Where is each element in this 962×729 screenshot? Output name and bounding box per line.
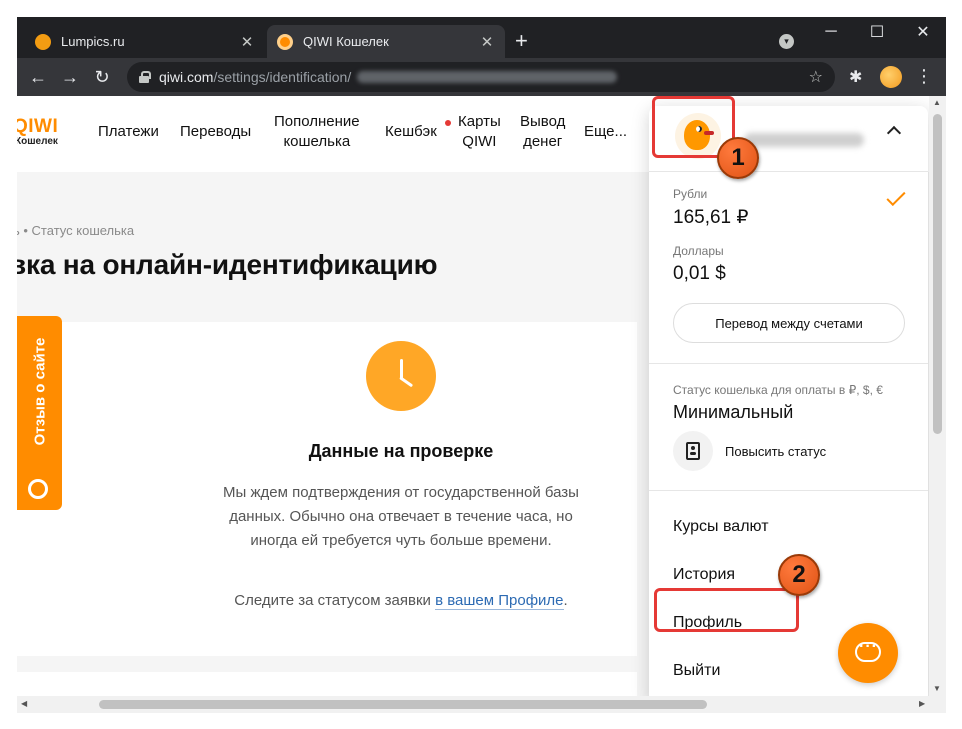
highlight-box-profile bbox=[654, 588, 799, 632]
bookmark-star-icon[interactable]: ☆ bbox=[809, 67, 823, 87]
chat-button[interactable] bbox=[838, 623, 898, 683]
divider bbox=[649, 171, 928, 172]
horizontal-scrollbar[interactable]: ◀ ▶ bbox=[17, 696, 946, 713]
scroll-down-icon[interactable]: ▼ bbox=[933, 684, 941, 693]
card-footer-text: Следите за статусом заявки bbox=[234, 592, 436, 609]
step-badge-1: 1 bbox=[717, 137, 759, 179]
raise-status-button[interactable]: Повысить статус bbox=[673, 431, 905, 471]
close-window-button[interactable]: ✕ bbox=[900, 17, 946, 47]
divider bbox=[649, 363, 928, 364]
url-path: /settings/identification/ bbox=[213, 69, 352, 85]
url-blurred-segment bbox=[357, 71, 618, 83]
tab-qiwi[interactable]: QIWI Кошелек ✕ bbox=[267, 25, 505, 58]
feedback-label: Отзыв о сайте bbox=[31, 337, 48, 445]
tab-strip: Lumpics.ru ✕ QIWI Кошелек ✕ + ▾ ─ ☐ ✕ bbox=[17, 17, 946, 58]
divider bbox=[649, 490, 928, 491]
tab-lumpics[interactable]: Lumpics.ru ✕ bbox=[25, 25, 265, 58]
card-text: Мы ждем подтверждения от государственной… bbox=[223, 484, 579, 549]
minimize-button[interactable]: ─ bbox=[808, 17, 854, 47]
nav-cards-line2: QIWI bbox=[462, 133, 497, 150]
extensions-icon[interactable]: ✱ bbox=[849, 67, 862, 87]
breadcrumb[interactable]: ь • Статус кошелька bbox=[17, 223, 134, 238]
nav-topup-line2: кошелька bbox=[283, 133, 351, 150]
qiwi-logo[interactable]: QIWI bbox=[17, 116, 58, 138]
tab-search-icon[interactable]: ▾ bbox=[779, 34, 794, 49]
vertical-scroll-thumb[interactable] bbox=[933, 114, 942, 434]
menu-item-history[interactable]: История bbox=[673, 566, 735, 584]
vertical-scrollbar[interactable]: ▲ ▼ bbox=[929, 96, 946, 696]
id-card-icon-wrap bbox=[673, 431, 713, 471]
page-viewport: QIWI Кошелек Платежи Переводы Пополнение… bbox=[17, 96, 946, 713]
nav-cashback[interactable]: Кешбэк bbox=[385, 122, 437, 142]
card-title: Данные на проверке bbox=[308, 441, 494, 461]
profile-link[interactable]: в вашем Профиле bbox=[435, 592, 564, 610]
step-badge-2: 2 bbox=[778, 554, 820, 596]
check-icon bbox=[886, 186, 906, 207]
tab-close-icon[interactable]: ✕ bbox=[239, 33, 255, 51]
nav-transfers[interactable]: Переводы bbox=[180, 122, 251, 142]
nav-cards[interactable]: Карты QIWI bbox=[458, 112, 501, 152]
clock-hand-minute bbox=[399, 376, 414, 388]
reload-icon[interactable]: ↻ bbox=[91, 66, 113, 88]
wallet-status-value: Минимальный bbox=[673, 402, 794, 422]
notification-dot bbox=[445, 120, 451, 126]
nav-cards-line1: Карты bbox=[458, 113, 501, 130]
scroll-right-icon[interactable]: ▶ bbox=[919, 699, 925, 708]
scroll-left-icon[interactable]: ◀ bbox=[21, 699, 27, 708]
menu-item-rates[interactable]: Курсы валют bbox=[673, 518, 769, 536]
transfer-between-accounts-button[interactable]: Перевод между счетами bbox=[673, 303, 905, 343]
tab-title: QIWI Кошелек bbox=[303, 34, 389, 49]
back-icon[interactable]: ← bbox=[27, 66, 49, 88]
tab-title: Lumpics.ru bbox=[61, 34, 125, 49]
chat-bubble-icon bbox=[855, 638, 881, 662]
window-controls: ─ ☐ ✕ bbox=[808, 17, 946, 47]
browser-menu-icon[interactable]: ⋮ bbox=[915, 66, 933, 87]
card-footer-end: . bbox=[563, 592, 568, 609]
browser-window: Lumpics.ru ✕ QIWI Кошелек ✕ + ▾ ─ ☐ ✕ ← … bbox=[17, 17, 946, 713]
scroll-up-icon[interactable]: ▲ bbox=[933, 98, 941, 107]
feedback-label-wrap: Отзыв о сайте bbox=[17, 316, 62, 466]
raise-status-label: Повысить статус bbox=[725, 443, 827, 459]
rub-label: Рубли bbox=[673, 187, 708, 201]
wallet-status-note: Статус кошелька для оплаты в ₽, $, € bbox=[673, 383, 883, 397]
tab-close-icon[interactable]: ✕ bbox=[479, 33, 495, 51]
rub-balance[interactable]: 165,61 ₽ bbox=[673, 206, 748, 229]
lock-icon[interactable] bbox=[139, 71, 151, 83]
username-blurred bbox=[744, 133, 864, 147]
nav-withdraw[interactable]: Вывод денег bbox=[520, 112, 565, 152]
url-host: qiwi.com bbox=[159, 69, 214, 85]
nav-withdraw-line2: денег bbox=[523, 133, 563, 150]
usd-label: Доллары bbox=[673, 244, 724, 258]
new-tab-button[interactable]: + bbox=[515, 30, 528, 52]
clock-icon bbox=[366, 341, 436, 411]
nav-topup[interactable]: Пополнение кошелька bbox=[274, 112, 360, 152]
chevron-up-icon[interactable] bbox=[886, 125, 902, 141]
id-card-icon bbox=[686, 442, 700, 460]
nav-payments[interactable]: Платежи bbox=[98, 122, 159, 142]
nav-topup-line1: Пополнение bbox=[274, 113, 360, 130]
address-bar[interactable]: qiwi.com /settings/identification/ ☆ bbox=[127, 62, 835, 92]
lumpics-favicon-icon bbox=[35, 33, 51, 50]
card-footer: Следите за статусом заявки в вашем Профи… bbox=[217, 592, 585, 610]
usd-balance[interactable]: 0,01 $ bbox=[673, 263, 726, 285]
qiwi-logo-sub: Кошелек bbox=[17, 136, 58, 147]
page-title: вка на онлайн-идентификацию bbox=[17, 249, 438, 280]
maximize-button[interactable]: ☐ bbox=[854, 17, 900, 47]
horizontal-scroll-thumb[interactable] bbox=[99, 700, 707, 709]
menu-item-logout[interactable]: Выйти bbox=[673, 662, 720, 680]
nav-withdraw-line1: Вывод bbox=[520, 113, 566, 130]
qiwi-favicon-icon bbox=[277, 33, 293, 50]
feedback-tab[interactable]: Отзыв о сайте bbox=[17, 316, 62, 510]
qiwi-q-icon bbox=[28, 479, 48, 499]
nav-more[interactable]: Еще... bbox=[584, 122, 628, 142]
forward-icon[interactable]: → bbox=[59, 66, 81, 88]
browser-profile-avatar[interactable] bbox=[880, 66, 902, 88]
browser-toolbar: ← → ↻ qiwi.com /settings/identification/… bbox=[17, 58, 946, 96]
